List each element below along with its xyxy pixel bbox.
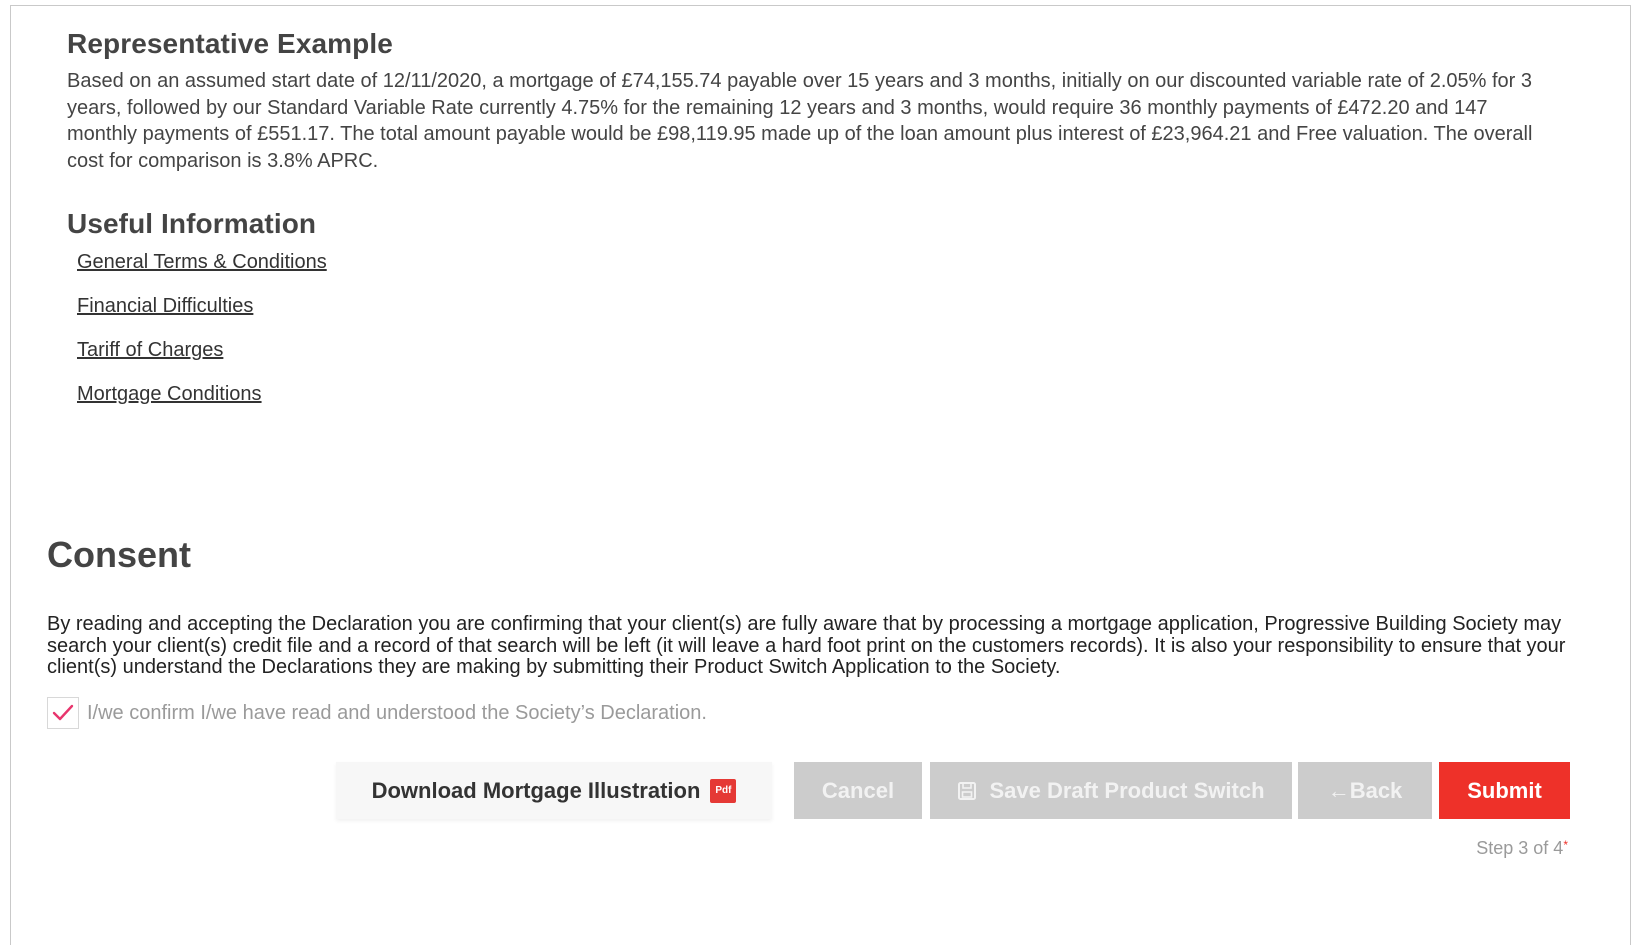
- download-illustration-button[interactable]: Download Mortgage Illustration Pdf: [336, 762, 772, 819]
- link-general-terms[interactable]: General Terms & Conditions: [77, 250, 327, 294]
- back-button[interactable]: ←Back: [1298, 762, 1432, 819]
- cancel-button[interactable]: Cancel: [794, 762, 922, 819]
- step-text: Step 3 of 4: [1476, 838, 1564, 858]
- declaration-confirm-row: I/we confirm I/we have read and understo…: [47, 697, 707, 729]
- pdf-icon: Pdf: [710, 778, 737, 803]
- consent-section: Consent By reading and accepting the Dec…: [47, 534, 1587, 679]
- download-illustration-label: Download Mortgage Illustration: [371, 777, 701, 803]
- link-financial-difficulties[interactable]: Financial Difficulties: [77, 294, 327, 338]
- representative-example-title: Representative Example: [67, 28, 393, 59]
- consent-title: Consent: [47, 534, 191, 575]
- link-tariff-of-charges[interactable]: Tariff of Charges: [77, 338, 327, 382]
- declaration-confirm-label[interactable]: I/we confirm I/we have read and understo…: [87, 702, 707, 725]
- declaration-checkbox[interactable]: [47, 697, 79, 729]
- useful-links-list: General Terms & Conditions Financial Dif…: [67, 250, 327, 426]
- save-icon: [958, 781, 977, 800]
- step-indicator: Step 3 of 4*: [1476, 838, 1568, 859]
- representative-example-text: Based on an assumed start date of 12/11/…: [67, 70, 1533, 172]
- save-draft-label: Save Draft Product Switch: [989, 777, 1265, 803]
- step-required-marker: *: [1563, 838, 1568, 852]
- consent-text: By reading and accepting the Declaration…: [47, 613, 1566, 678]
- submit-button[interactable]: Submit: [1439, 762, 1570, 819]
- useful-information-section: Useful Information General Terms & Condi…: [67, 208, 327, 426]
- link-mortgage-conditions[interactable]: Mortgage Conditions: [77, 382, 327, 426]
- save-draft-button[interactable]: Save Draft Product Switch: [930, 762, 1292, 819]
- representative-example-section: Representative Example Based on an assum…: [67, 28, 1557, 174]
- checkmark-icon: [52, 704, 74, 721]
- useful-information-title: Useful Information: [67, 208, 317, 239]
